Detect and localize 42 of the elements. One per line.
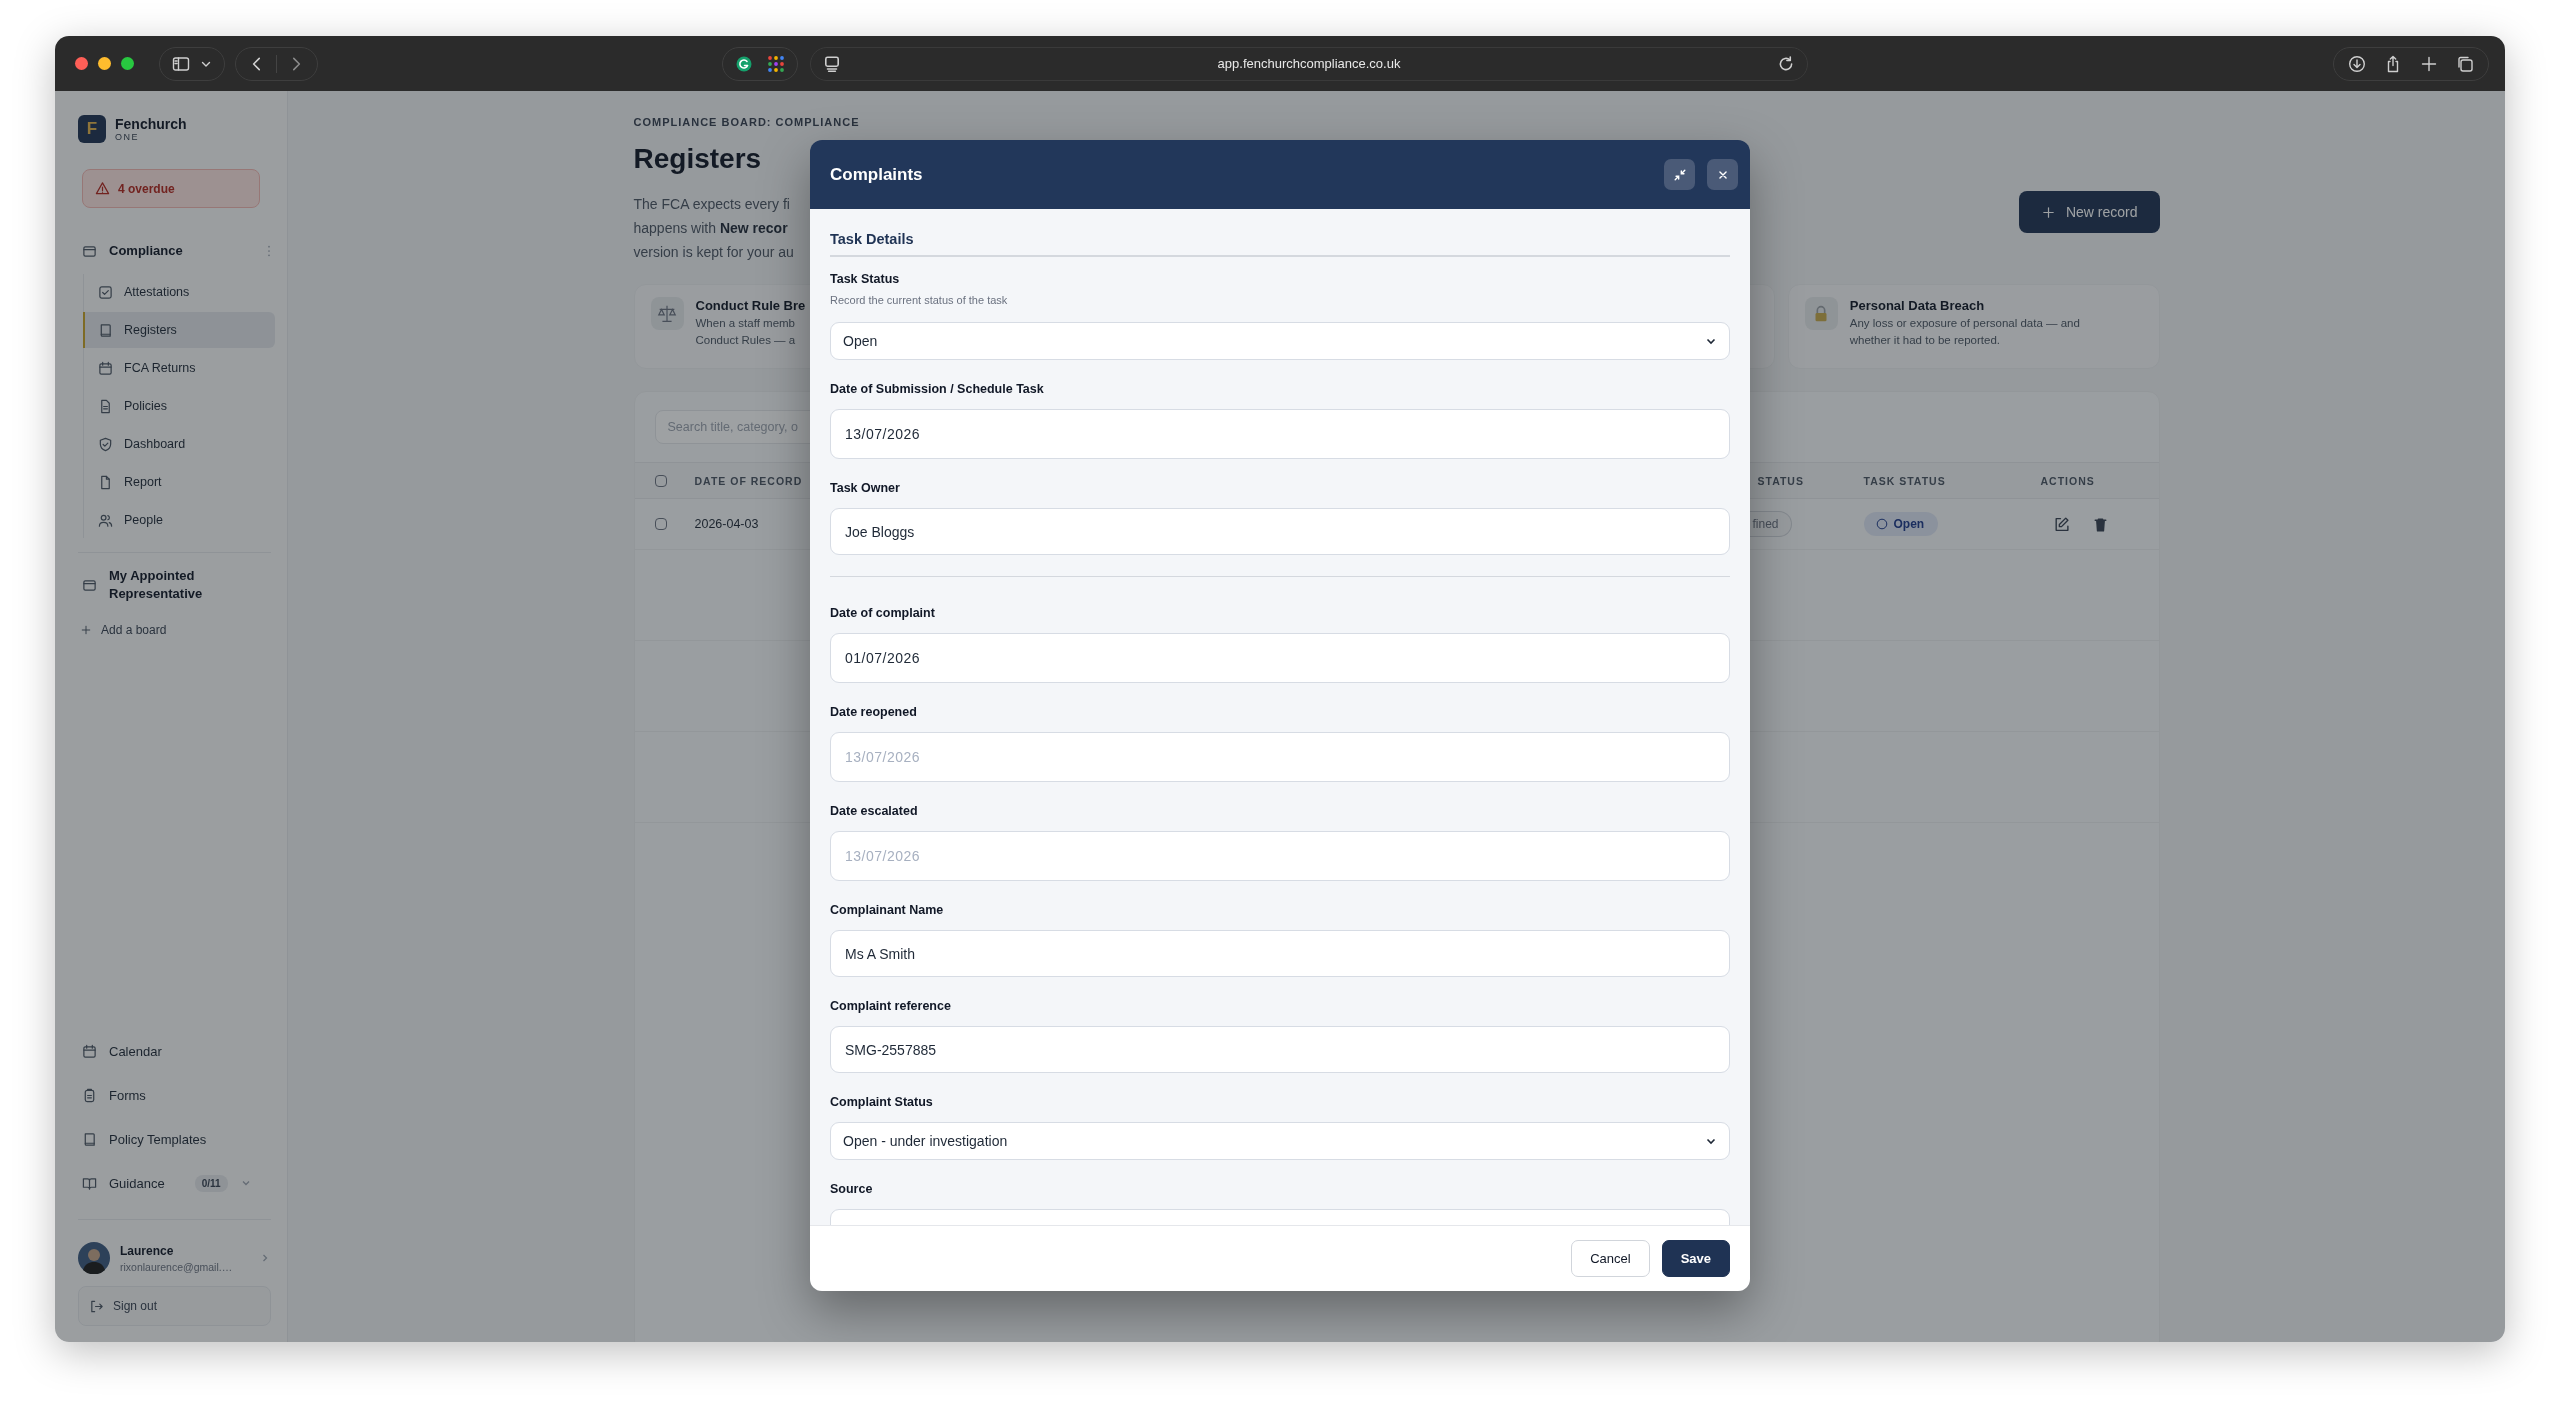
card-title: Conduct Rule Bre — [695, 297, 804, 315]
user-name: Laurence — [120, 1243, 175, 1258]
item-label: Forms — [109, 1087, 146, 1103]
field-label: Task Status — [830, 271, 901, 287]
task-status-badge: Open — [1863, 512, 1939, 536]
card-description: whether it had to be reported. — [1849, 333, 2001, 348]
brand-subtitle: ONE — [115, 132, 140, 142]
column-header: STATUS — [1756, 474, 1804, 487]
field-label: Task Owner — [830, 480, 901, 496]
progress-count: 0/11 — [194, 1174, 228, 1192]
item-label: Guidance — [109, 1175, 165, 1191]
card-description: When a staff memb — [695, 316, 796, 331]
card-title: Personal Data Breach — [1849, 297, 1986, 315]
breadcrumb: COMPLIANCE BOARD: COMPLIANCE — [633, 116, 860, 128]
table-cell: 2026-04-03 — [694, 517, 759, 531]
dialog-title: Complaints — [830, 164, 924, 185]
intro-text: happens with New recor — [633, 219, 789, 238]
field-label: Date of Submission / Schedule Task — [830, 381, 1045, 397]
item-label: Calendar — [109, 1043, 162, 1059]
field-label: Date reopened — [830, 704, 918, 720]
card-description: Any loss or exposure of personal data — and — [1849, 316, 2080, 331]
intro-text: The FCA expects every fi — [633, 195, 791, 214]
url-text: app.fenchurchcompliance.co.uk — [1217, 56, 1401, 71]
field-hint: Record the current status of the task — [830, 294, 1009, 306]
field-label: Date escalated — [830, 803, 919, 819]
brand-name: Fenchurch — [115, 116, 187, 131]
column-header: DATE OF RECORD — [694, 474, 803, 487]
field-label: Source — [830, 1181, 874, 1197]
user-email: rixonlaurence@gmail.… — [120, 1260, 234, 1273]
field-label: Date of complaint — [830, 605, 936, 621]
column-header: ACTIONS — [2040, 474, 2095, 487]
section-heading: Task Details — [830, 209, 1730, 257]
field-label: Complaint Status — [830, 1094, 934, 1110]
field-label: Complainant Name — [830, 902, 945, 918]
column-header: TASK STATUS — [1863, 474, 1946, 487]
board-title: My Appointed Representative — [109, 567, 204, 603]
field-label: Complaint reference — [830, 998, 952, 1014]
card-description: Conduct Rules — a — [695, 333, 797, 348]
logo: F — [78, 115, 106, 143]
item-label: Policy Templates — [109, 1131, 207, 1147]
intro-text: version is kept for your au — [633, 243, 795, 262]
board-title: Compliance — [109, 242, 184, 260]
